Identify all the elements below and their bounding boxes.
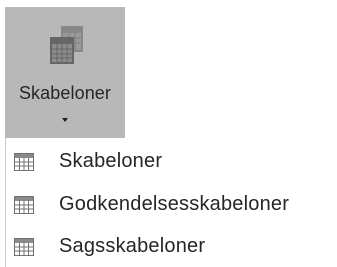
templates-dropdown-button[interactable]: Skabeloner (5, 7, 125, 138)
templates-icon (50, 26, 83, 64)
templates-button-label: Skabeloner (18, 83, 112, 103)
menu-item-label: Godkendelsesskabeloner (59, 193, 290, 215)
caret-down-icon (62, 118, 68, 122)
menu-item-godkendelsesskabeloner[interactable]: Godkendelsesskabeloner (6, 185, 326, 225)
template-icon (14, 238, 34, 256)
templates-dropdown-menu: Skabeloner Godkendelsesskabeloner Sagssk… (5, 138, 337, 267)
menu-item-label: Skabeloner (59, 150, 163, 172)
menu-item-label: Sagsskabeloner (59, 235, 206, 257)
template-icon (14, 196, 34, 214)
menu-item-skabeloner[interactable]: Skabeloner (6, 142, 326, 182)
menu-item-sagsskabeloner[interactable]: Sagsskabeloner (6, 227, 326, 267)
template-icon (14, 153, 34, 171)
